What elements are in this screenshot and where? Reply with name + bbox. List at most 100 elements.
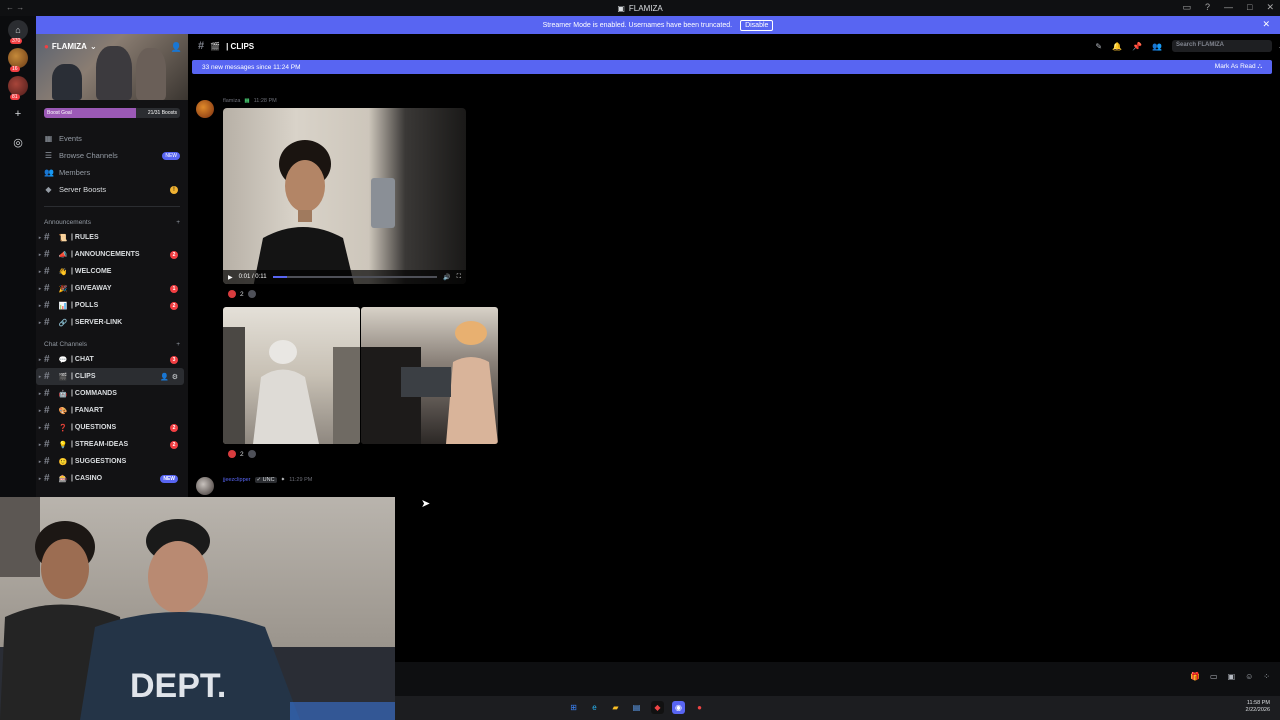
- obs-icon[interactable]: ●: [693, 701, 706, 714]
- category-announcements[interactable]: Announcements +: [36, 215, 188, 229]
- avatar[interactable]: [196, 477, 214, 495]
- add-channel-icon[interactable]: +: [176, 341, 180, 348]
- maximize-icon[interactable]: □: [1247, 2, 1252, 13]
- reaction-emoji[interactable]: [228, 450, 236, 458]
- pin-icon[interactable]: 📌: [1132, 42, 1142, 51]
- boost-goal-bar[interactable]: Boost Goal 21/31 Boosts: [44, 108, 180, 118]
- message-time: 11:29 PM: [289, 477, 313, 483]
- nav-server-boosts[interactable]: ◆ Server Boosts!: [36, 181, 188, 198]
- reaction-bar: 2: [228, 450, 256, 458]
- image-thumbnail: [361, 321, 498, 444]
- channel-commands[interactable]: ▸ # 🤖 | COMMANDS: [36, 385, 188, 402]
- apps-icon[interactable]: ⁘: [1263, 672, 1270, 681]
- channel-rules[interactable]: ▸ # 📜 | RULES: [36, 229, 188, 246]
- server-name[interactable]: ● FLAMIZA ⌄: [44, 42, 97, 51]
- close-icon[interactable]: ✕: [1262, 19, 1270, 30]
- server-banner[interactable]: ● FLAMIZA ⌄ 👤: [36, 34, 188, 100]
- windows-taskbar: ⊞ e ▰ ▤ ◆ ◉ ● 11:58 PM 2/22/2026: [395, 696, 1280, 720]
- discover-icon[interactable]: ◎: [8, 132, 28, 152]
- add-reaction-icon[interactable]: [247, 290, 256, 298]
- search-input[interactable]: Search FLAMIZA⌕: [1172, 40, 1280, 52]
- clan-icon: ✓: [256, 477, 262, 483]
- sticker-icon[interactable]: ▣: [1228, 672, 1236, 681]
- video-attachment[interactable]: ▶ 0:01 / 0:11 🔊 ⛶: [223, 108, 466, 284]
- expand-icon: ▸: [38, 407, 42, 414]
- add-channel-icon[interactable]: +: [176, 219, 180, 226]
- message-composer-area[interactable]: 🎁 ▭ ▣ ☺ ⁘: [395, 662, 1280, 696]
- title-bar: ← → ▣ FLAMIZA ▭ ? — □ ✕: [0, 0, 1280, 16]
- start-icon[interactable]: ⊞: [567, 701, 580, 714]
- streamer-mode-banner: Streamer Mode is enabled. Usernames have…: [36, 16, 1280, 34]
- image-attachment[interactable]: [223, 307, 360, 444]
- mark-as-read-button[interactable]: Mark As Read ⛬: [1215, 63, 1262, 71]
- channel-questions[interactable]: ▸ # ❓ | QUESTIONS 2: [36, 419, 188, 436]
- mention-count: 2: [170, 423, 178, 432]
- help-icon[interactable]: ?: [1205, 2, 1210, 13]
- author-name[interactable]: jjeezclipper: [223, 477, 251, 483]
- expand-icon: ▸: [38, 285, 42, 292]
- disable-button[interactable]: Disable: [740, 19, 774, 31]
- channel-fanart[interactable]: ▸ # 🎨 | FANART: [36, 402, 188, 419]
- channel-welcome[interactable]: ▸ # 👋 | WELCOME: [36, 263, 188, 280]
- new-messages-bar[interactable]: 33 new messages since 11:24 PM Mark As R…: [192, 60, 1272, 74]
- channel-suggestions[interactable]: ▸ # 🙂 | SUGGESTIONS: [36, 453, 188, 470]
- edge-icon[interactable]: e: [588, 701, 601, 714]
- gear-icon[interactable]: ⚙: [172, 373, 178, 381]
- avatar[interactable]: [196, 100, 214, 118]
- category-chat-channels[interactable]: Chat Channels +: [36, 337, 188, 351]
- nav-members[interactable]: 👥 Members: [36, 164, 188, 181]
- banner-figure: [136, 48, 166, 100]
- channel-giveaway[interactable]: ▸ # 🎉 | GIVEAWAY 1: [36, 280, 188, 297]
- server-icon[interactable]: 81: [8, 76, 28, 100]
- author-name[interactable]: flamiza: [223, 98, 240, 104]
- system-clock: 11:58 PM 2/22/2026: [1246, 700, 1270, 714]
- add-server-icon[interactable]: +: [8, 104, 28, 124]
- members-list-icon[interactable]: 👥: [1152, 42, 1162, 51]
- channel-casino[interactable]: ▸ # 🎰 | CASINO NEW: [36, 470, 188, 487]
- file-explorer-icon[interactable]: ▰: [609, 701, 622, 714]
- threads-icon[interactable]: ✎: [1095, 42, 1102, 51]
- mention-count: 1: [170, 284, 178, 293]
- video-seek-bar[interactable]: [272, 276, 438, 278]
- channel-stream-ideas[interactable]: ▸ # 💡 | STREAM-IDEAS 2: [36, 436, 188, 453]
- hash-icon: #: [44, 388, 50, 399]
- channel-polls[interactable]: ▸ # 📊 | POLLS 2: [36, 297, 188, 314]
- fullscreen-icon[interactable]: ⛶: [457, 274, 461, 281]
- video-controls: ▶ 0:01 / 0:11 🔊 ⛶: [223, 270, 466, 284]
- minimize-icon[interactable]: —: [1224, 2, 1233, 13]
- expand-icon: ▸: [38, 373, 42, 380]
- play-icon[interactable]: ▶: [228, 274, 233, 281]
- new-badge: NEW: [160, 474, 178, 483]
- back-icon[interactable]: ← →: [6, 3, 24, 12]
- mention-count: 3: [170, 355, 178, 364]
- gif-icon[interactable]: ▭: [1210, 672, 1218, 681]
- emoji-icon[interactable]: ☺: [1245, 672, 1253, 681]
- inbox-icon[interactable]: ▭: [1182, 2, 1191, 13]
- home-button[interactable]: ⌂ 370: [8, 20, 28, 44]
- close-icon[interactable]: ✕: [1266, 2, 1274, 13]
- invite-icon[interactable]: 👤: [160, 373, 169, 381]
- nav-browse-channels[interactable]: ☰ Browse Channels NEW: [36, 147, 188, 164]
- app-icon[interactable]: ◆: [651, 701, 664, 714]
- channel-chat[interactable]: ▸ # 💬 | CHAT 3: [36, 351, 188, 368]
- mention-badge: 370: [10, 38, 23, 44]
- discord-app-icon[interactable]: ◉: [672, 701, 685, 714]
- channel-server-link[interactable]: ▸ # 🔗 | SERVER-LINK: [36, 314, 188, 331]
- window-title: ▣ FLAMIZA: [617, 3, 663, 13]
- gift-icon[interactable]: 🎁: [1190, 672, 1200, 681]
- nav-events[interactable]: ▦ Events: [36, 130, 188, 147]
- discord-icon: ▣: [617, 3, 625, 13]
- notifications-icon[interactable]: 🔔: [1112, 42, 1122, 51]
- channel-announcements[interactable]: ▸ # 📣 | ANNOUNCEMENTS 2: [36, 246, 188, 263]
- reaction-emoji[interactable]: [228, 290, 236, 298]
- store-icon[interactable]: ▤: [630, 701, 643, 714]
- new-messages-text: 33 new messages since 11:24 PM: [202, 63, 301, 71]
- volume-icon[interactable]: 🔊: [443, 274, 450, 281]
- channel-clips[interactable]: ▸ # 🎬 | CLIPS 👤 ⚙: [36, 368, 184, 385]
- banner-figure: [96, 46, 132, 100]
- server-icon[interactable]: 16: [8, 48, 28, 72]
- banner-figure: [52, 64, 82, 100]
- image-attachment[interactable]: [361, 307, 498, 444]
- add-reaction-icon[interactable]: [247, 450, 256, 458]
- invite-icon[interactable]: 👤: [171, 42, 182, 53]
